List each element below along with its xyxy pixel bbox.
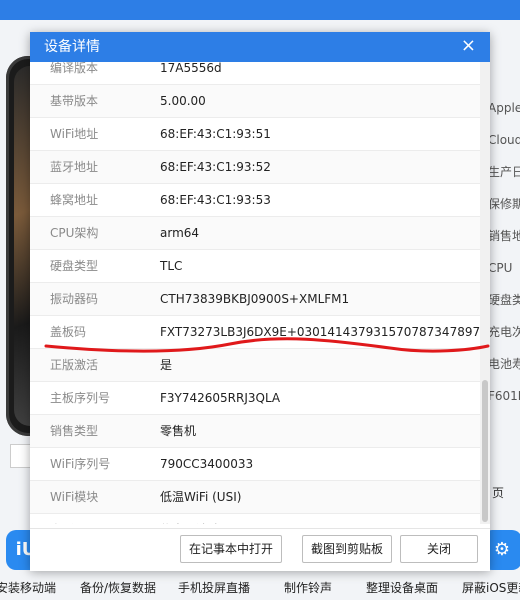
bottom-toolbar: 安装移动端 备份/恢复数据 手机投屏直播 制作铃声 整理设备桌面 屏蔽iOS更新 <box>0 576 520 600</box>
detail-value: 68:EF:43:C1:93:53 <box>160 193 271 207</box>
detail-row: CPU架构 arm64 <box>30 217 480 250</box>
detail-key: 振动器码 <box>50 292 99 306</box>
detail-row: WiFi模块 低温WiFi (USI) <box>30 481 480 514</box>
detail-value: FXT73273LB3J6DX9E+0301414379315707873478… <box>160 325 480 339</box>
detail-value: 零售机 <box>160 424 197 438</box>
open-in-notepad-button[interactable]: 在记事本中打开 <box>180 535 282 563</box>
detail-row: 硬盘类型 TLC <box>30 250 480 283</box>
scrollbar[interactable] <box>480 62 490 524</box>
toolbar-item-backup[interactable]: 备份/恢复数据 <box>80 579 156 596</box>
detail-value: 5.00.00 <box>160 94 206 108</box>
info-label: 保修期 <box>488 197 520 211</box>
detail-key: 电话号码 <box>50 514 98 524</box>
detail-key: 盖板码 <box>50 325 87 339</box>
detail-key: 主板序列号 <box>50 391 111 405</box>
toolbar-item-screen-cast[interactable]: 手机投屏直播 <box>178 579 250 596</box>
dialog-header: 设备详情 × <box>30 32 490 62</box>
detail-value: F3Y742605RRJ3QLA <box>160 391 281 405</box>
info-label: 充电次 <box>488 325 520 339</box>
info-label: F601D <box>488 389 520 403</box>
detail-value: arm64 <box>160 226 200 240</box>
info-label: 销售地 <box>488 229 520 243</box>
detail-key: 基带版本 <box>50 94 99 108</box>
detail-row: 电话号码 信息无法读取 <box>30 514 480 524</box>
detail-row: 基带版本 5.00.00 <box>30 85 480 118</box>
detail-key: CPU架构 <box>50 226 99 240</box>
details-list: 编译版本 17A5556d 基带版本 5.00.00 WiFi地址 68:EF:43:… <box>30 62 480 524</box>
background-button[interactable] <box>10 444 32 468</box>
device-details-dialog: 设备详情 × 编译版本 17A5556d 基带版本 5.00.00 WiFi地址 68… <box>30 32 490 571</box>
detail-value: 17A5556d <box>160 62 222 75</box>
info-label: Apple <box>488 101 520 115</box>
info-label: 电池寿 <box>488 357 520 371</box>
close-icon[interactable]: × <box>461 32 476 60</box>
background-text: 页 <box>492 486 505 500</box>
detail-value: 是 <box>160 358 173 372</box>
detail-key: 销售类型 <box>50 424 99 438</box>
info-label: CPU <box>488 261 513 275</box>
detail-row: 主板序列号 F3Y742605RRJ3QLA <box>30 382 480 415</box>
detail-key: 硬盘类型 <box>50 259 99 273</box>
detail-value: 低温WiFi (USI) <box>160 490 242 504</box>
detail-key: WiFi地址 <box>50 127 99 141</box>
detail-row: 销售类型 零售机 <box>30 415 480 448</box>
detail-row: WiFi序列号 790CC3400033 <box>30 448 480 481</box>
detail-value: 68:EF:43:C1:93:51 <box>160 127 271 141</box>
dialog-title: 设备详情 <box>44 39 100 55</box>
info-label: 硬盘类 <box>488 293 520 307</box>
scrollbar-thumb[interactable] <box>482 380 488 522</box>
toolbar-item-install-mobile[interactable]: 安装移动端 <box>0 579 56 596</box>
toolbar-item-block-update[interactable]: 屏蔽iOS更新 <box>462 579 520 596</box>
info-label: Cloud <box>488 133 520 147</box>
detail-value: CTH73839BKBJ0900S+XMLFM1 <box>160 292 350 306</box>
detail-row: 蓝牙地址 68:EF:43:C1:93:52 <box>30 151 480 184</box>
detail-key: WiFi序列号 <box>50 457 111 471</box>
device-info-labels: Apple Cloud 生产日 保修期 销售地 CPU 硬盘类 充电次 电池寿 … <box>488 92 520 412</box>
detail-value: TLC <box>160 259 183 273</box>
detail-row: 蜂窝地址 68:EF:43:C1:93:53 <box>30 184 480 217</box>
detail-row-highlighted: 盖板码 FXT73273LB3J6DX9E+0301414379315707873… <box>30 316 480 349</box>
info-label: 生产日 <box>488 165 520 179</box>
detail-row: 正版激活 是 <box>30 349 480 382</box>
detail-value: 790CC3400033 <box>160 457 254 471</box>
detail-key: WiFi模块 <box>50 490 99 504</box>
detail-key: 蓝牙地址 <box>50 160 99 174</box>
detail-key: 正版激活 <box>50 358 99 372</box>
toolbar-item-ringtone[interactable]: 制作铃声 <box>284 579 332 596</box>
detail-row: WiFi地址 68:EF:43:C1:93:51 <box>30 118 480 151</box>
close-button[interactable]: 关闭 <box>400 535 478 563</box>
toolbar-item-desktop[interactable]: 整理设备桌面 <box>366 579 438 596</box>
detail-key: 蜂窝地址 <box>50 193 99 207</box>
detail-key: 编译版本 <box>50 62 99 75</box>
detail-row: 编译版本 17A5556d <box>30 62 480 85</box>
detail-row: 振动器码 CTH73839BKBJ0900S+XMLFM1 <box>30 283 480 316</box>
top-navigation-bar <box>0 0 520 20</box>
detail-value: 信息无法读取 <box>160 514 232 524</box>
dialog-footer: 在记事本中打开 截图到剪贴板 关闭 <box>30 528 490 571</box>
detail-value: 68:EF:43:C1:93:52 <box>160 160 271 174</box>
screenshot-to-clipboard-button[interactable]: 截图到剪贴板 <box>302 535 392 563</box>
